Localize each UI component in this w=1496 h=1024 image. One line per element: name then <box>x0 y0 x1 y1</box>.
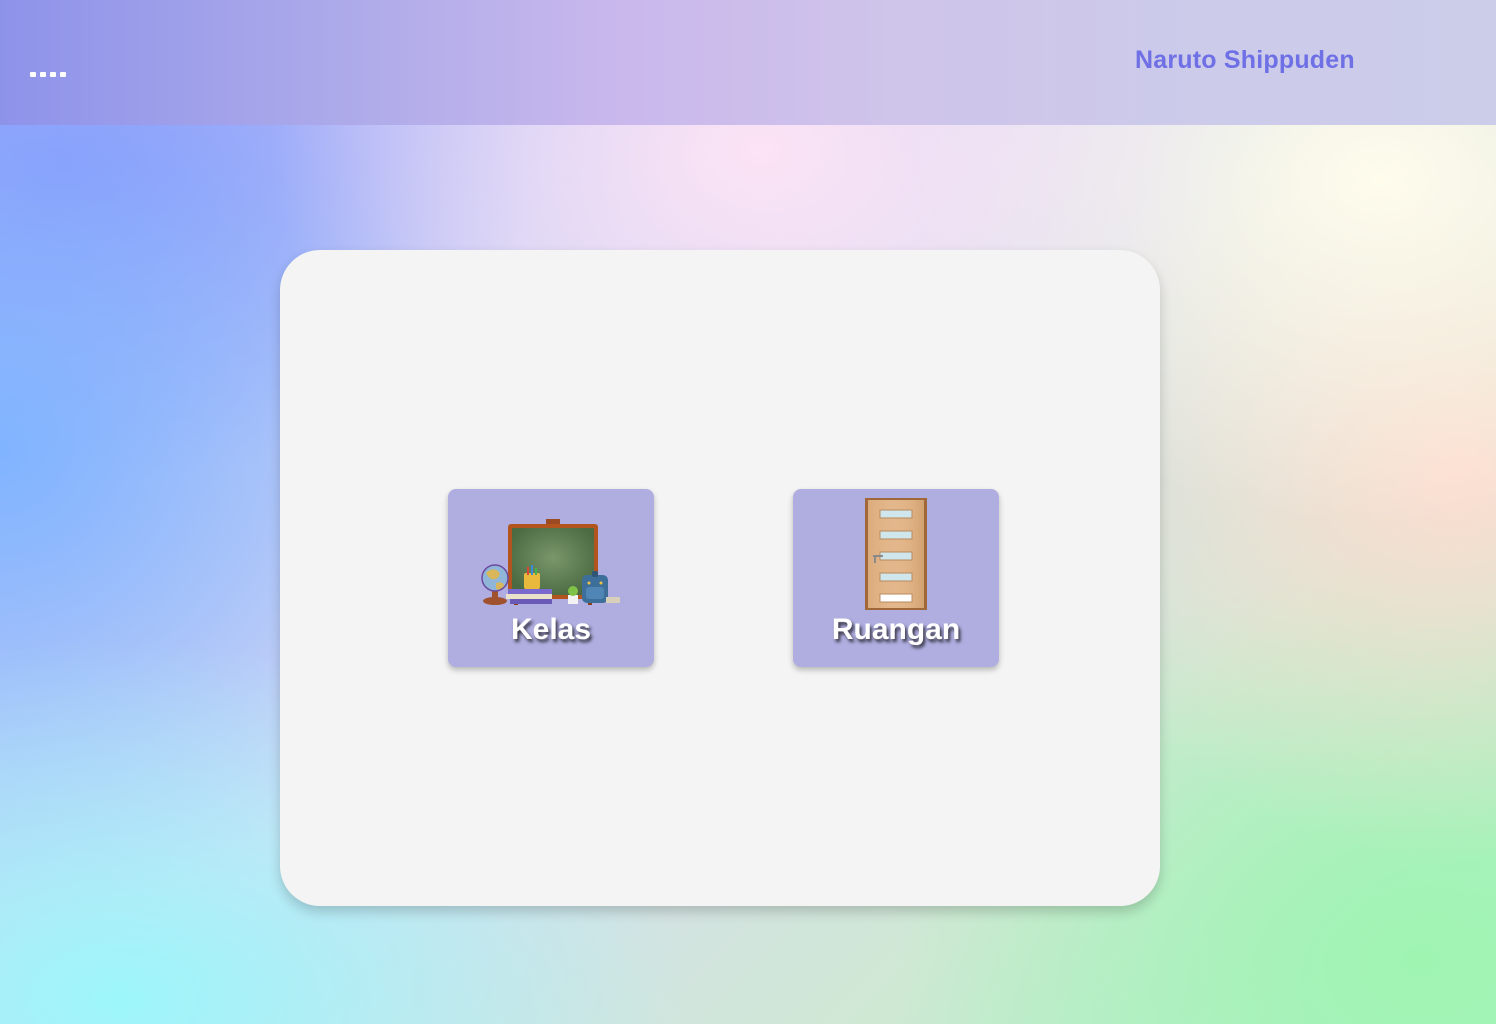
brand-title[interactable]: Naruto Shippuden <box>1135 46 1355 75</box>
door-icon <box>865 498 927 610</box>
kelas-tile[interactable]: Kelas <box>448 489 654 667</box>
ruangan-label: Ruangan <box>831 613 961 646</box>
menu-dots-icon[interactable] <box>30 72 66 77</box>
main-panel: Kelas Ruangan <box>280 250 1160 906</box>
ruangan-tile[interactable]: Ruangan <box>793 489 999 667</box>
kelas-label: Kelas <box>510 613 592 646</box>
chalkboard-icon <box>481 519 620 605</box>
top-bar: Naruto Shippuden <box>0 0 1496 125</box>
